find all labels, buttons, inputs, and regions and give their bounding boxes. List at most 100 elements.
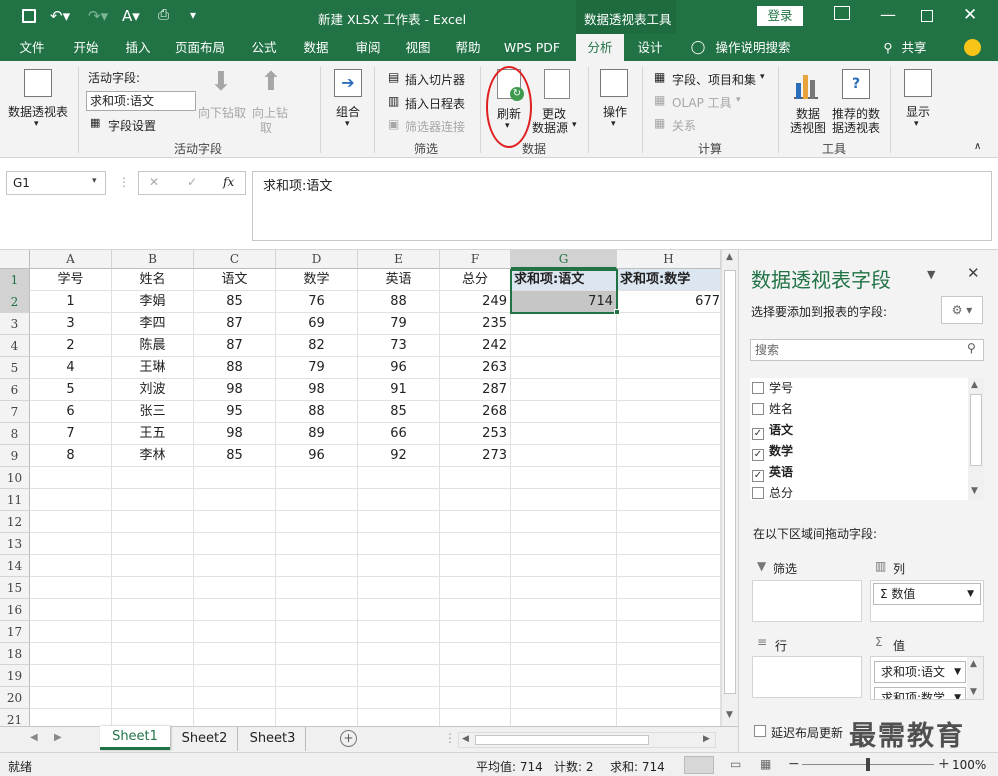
drill-down-button[interactable]: 向下钻取: [198, 104, 246, 121]
cancel-icon[interactable]: ✕: [149, 175, 159, 189]
cell[interactable]: 268: [440, 401, 511, 423]
group-dropdown-icon[interactable]: ▾: [345, 119, 350, 129]
cell[interactable]: 96: [276, 445, 358, 467]
cell[interactable]: [358, 533, 440, 555]
fill-handle[interactable]: [614, 309, 620, 315]
cell[interactable]: [440, 577, 511, 599]
smiley-icon[interactable]: [964, 39, 981, 56]
row-header[interactable]: 15: [0, 577, 30, 599]
cell[interactable]: [358, 577, 440, 599]
show-dropdown-icon[interactable]: ▾: [914, 119, 919, 129]
cell[interactable]: [194, 511, 276, 533]
field-checkbox[interactable]: [752, 382, 764, 394]
pivottable-icon[interactable]: [24, 69, 52, 97]
tab-insert[interactable]: 插入: [118, 34, 158, 61]
cell[interactable]: [358, 467, 440, 489]
maximize-icon[interactable]: [921, 10, 933, 22]
tab-file[interactable]: 文件: [12, 34, 52, 61]
tab-analyze[interactable]: 分析: [576, 34, 624, 61]
cell[interactable]: [194, 577, 276, 599]
tab-split-icon[interactable]: ⋮: [444, 731, 456, 745]
cell[interactable]: [358, 555, 440, 577]
cell[interactable]: 95: [194, 401, 276, 423]
row-header[interactable]: 3: [0, 313, 30, 335]
filters-area[interactable]: [752, 580, 862, 622]
row-header[interactable]: 17: [0, 621, 30, 643]
cell[interactable]: 5: [30, 379, 112, 401]
cell[interactable]: [511, 357, 617, 379]
cell[interactable]: [358, 599, 440, 621]
tab-data[interactable]: 数据: [296, 34, 336, 61]
cell[interactable]: [617, 379, 721, 401]
columns-values-item[interactable]: Σ 数值 ▼: [873, 583, 981, 605]
cell[interactable]: [30, 489, 112, 511]
sheet-tab-sheet3[interactable]: Sheet3: [240, 727, 306, 751]
zoom-in-icon[interactable]: +: [938, 756, 950, 772]
search-icon[interactable]: ⚲: [967, 341, 976, 355]
save-icon[interactable]: [22, 9, 36, 23]
tab-review[interactable]: 审阅: [348, 34, 388, 61]
actions-icon[interactable]: [600, 69, 628, 97]
field-checkbox[interactable]: [752, 487, 764, 499]
cell[interactable]: 8: [30, 445, 112, 467]
cell[interactable]: [30, 577, 112, 599]
cell[interactable]: 李娟: [112, 291, 194, 313]
pivottable-button[interactable]: 数据透视表: [8, 103, 68, 120]
cell[interactable]: 87: [194, 335, 276, 357]
cell[interactable]: [617, 467, 721, 489]
cell[interactable]: 张三: [112, 401, 194, 423]
normal-view-icon[interactable]: [684, 756, 714, 774]
zoom-level[interactable]: 100%: [952, 758, 986, 772]
values-scroll-down-icon[interactable]: ▼: [970, 687, 977, 697]
cell[interactable]: 69: [276, 313, 358, 335]
cell[interactable]: [30, 665, 112, 687]
insert-timeline-button[interactable]: 插入日程表: [405, 95, 465, 112]
cell[interactable]: [511, 599, 617, 621]
field-item[interactable]: ✓ 英语: [752, 462, 793, 482]
cell[interactable]: [194, 599, 276, 621]
values-item-sum-math[interactable]: 求和项:数学 ▼: [874, 687, 966, 699]
field-list-settings-button[interactable]: ⚙ ▾: [941, 296, 983, 324]
cell[interactable]: [511, 533, 617, 555]
cell[interactable]: [511, 511, 617, 533]
cell[interactable]: 王琳: [112, 357, 194, 379]
field-checkbox[interactable]: [752, 403, 764, 415]
field-item[interactable]: 学号: [752, 378, 793, 398]
sheet-tab-sheet2[interactable]: Sheet2: [172, 727, 238, 751]
cell[interactable]: 287: [440, 379, 511, 401]
row-header[interactable]: 12: [0, 511, 30, 533]
cell[interactable]: [112, 599, 194, 621]
cell[interactable]: 82: [276, 335, 358, 357]
row-header[interactable]: 10: [0, 467, 30, 489]
field-item[interactable]: 姓名: [752, 399, 793, 419]
cell[interactable]: [194, 533, 276, 555]
cell[interactable]: 6: [30, 401, 112, 423]
values-item-sum-chinese[interactable]: 求和项:语文 ▼: [874, 661, 966, 683]
redo-icon[interactable]: ↷▾: [88, 7, 108, 25]
cell[interactable]: [440, 665, 511, 687]
cell[interactable]: [30, 533, 112, 555]
cell[interactable]: 7: [30, 423, 112, 445]
actions-dropdown-icon[interactable]: ▾: [611, 119, 616, 129]
column-header-f[interactable]: F: [440, 250, 511, 269]
cell[interactable]: [511, 335, 617, 357]
cell[interactable]: 87: [194, 313, 276, 335]
cell[interactable]: [511, 489, 617, 511]
cell[interactable]: [617, 511, 721, 533]
insert-function-icon[interactable]: fx: [223, 175, 234, 189]
pivotchart-icon[interactable]: [794, 71, 818, 99]
cell[interactable]: [276, 467, 358, 489]
tab-design[interactable]: 设计: [628, 34, 672, 61]
name-box-dropdown-icon[interactable]: ▾: [92, 176, 97, 186]
cell[interactable]: [440, 599, 511, 621]
name-box[interactable]: G1: [6, 171, 106, 195]
cell[interactable]: [617, 709, 721, 726]
cell[interactable]: 79: [358, 313, 440, 335]
olap-dropdown-icon[interactable]: ▾: [736, 95, 741, 105]
defer-update-checkbox[interactable]: [754, 725, 766, 737]
cell[interactable]: [511, 687, 617, 709]
row-header[interactable]: 19: [0, 665, 30, 687]
cell[interactable]: [112, 533, 194, 555]
cell[interactable]: 98: [194, 423, 276, 445]
cell[interactable]: [112, 555, 194, 577]
